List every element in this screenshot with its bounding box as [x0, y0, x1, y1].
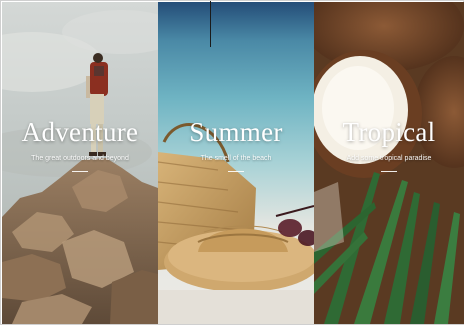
panel-tropical[interactable]: Tropical Add some tropical paradise	[314, 2, 464, 324]
hanging-line-divider	[210, 1, 211, 47]
adventure-hiker-image	[2, 2, 158, 324]
gallery-frame: Adventure The great outdoors and beyond	[0, 0, 464, 325]
panel-summer[interactable]: Summer The smell of the beach	[158, 2, 314, 324]
category-panels: Adventure The great outdoors and beyond	[2, 2, 464, 324]
tropical-coconut-image	[314, 2, 464, 324]
panel-adventure[interactable]: Adventure The great outdoors and beyond	[2, 2, 158, 324]
summer-beach-image	[158, 2, 314, 324]
